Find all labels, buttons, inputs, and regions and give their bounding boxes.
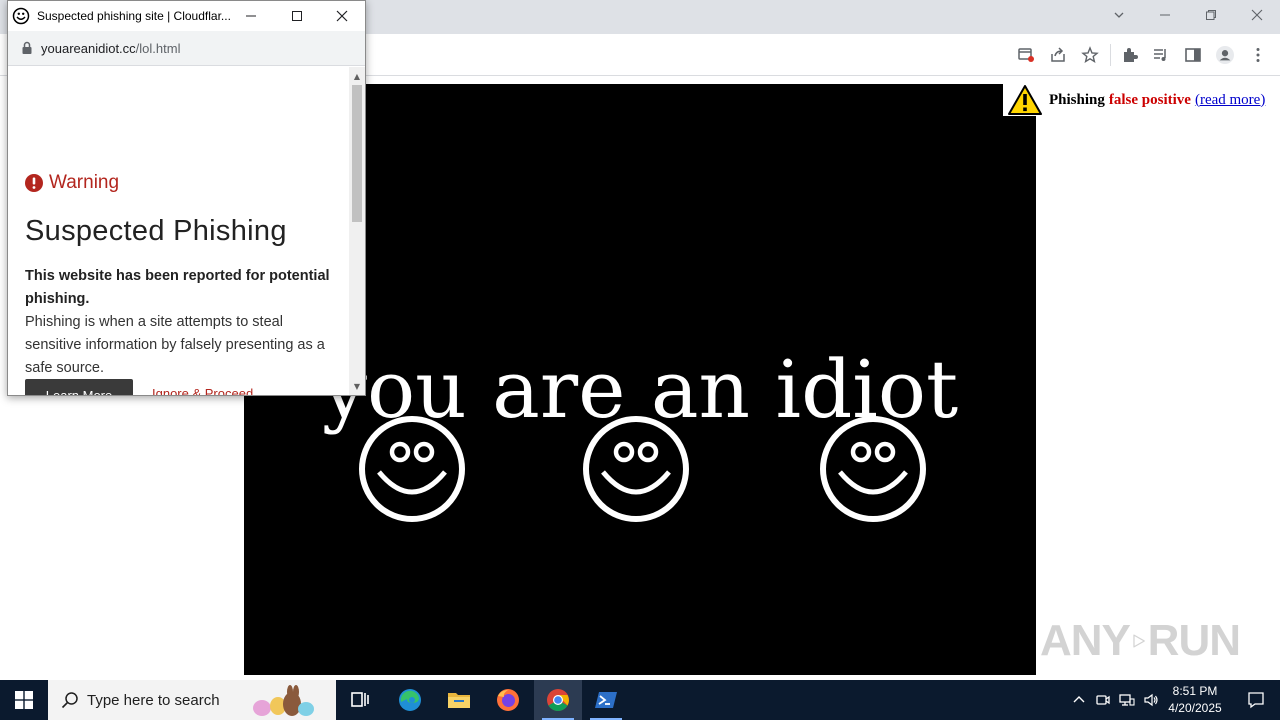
file-explorer-taskbar-button[interactable] [435,680,483,720]
powershell-taskbar-button[interactable] [582,680,630,720]
scroll-up-arrow-icon[interactable]: ▲ [349,69,365,83]
smiley-face-icon [820,416,926,522]
reported-text: This website has been reported for poten… [25,268,330,307]
close-button[interactable] [1234,0,1280,30]
smiley-face-icon [583,416,689,522]
banner-phishing-text: Phishing [1049,91,1105,108]
popup-address-bar[interactable]: youareanidiot.cc/lol.html [8,31,365,66]
scroll-down-arrow-icon[interactable]: ▼ [349,379,365,393]
popup-scrollbar[interactable]: ▲ ▼ [349,67,365,395]
url-path-text: /lol.html [135,40,181,56]
ignore-and-proceed-link[interactable]: Ignore & Proceed [152,386,253,395]
show-hidden-icons-chevron-icon[interactable] [1070,691,1088,709]
popup-close-button[interactable] [319,1,365,31]
search-icon [61,692,78,709]
exclamation-circle-icon [25,174,43,192]
profile-icon[interactable] [1215,45,1235,65]
popup-title-text: Suspected phishing site | Cloudflar... [37,9,231,23]
suspected-phishing-title: Suspected Phishing [25,215,287,247]
restore-button[interactable] [1188,0,1234,30]
network-icon[interactable] [1118,691,1136,709]
extensions-icon[interactable] [1120,45,1140,65]
side-panel-icon[interactable] [1183,45,1203,65]
clock-date: 4/20/2025 [1168,701,1222,715]
popup-minimize-button[interactable] [228,1,274,31]
taskbar-search-box[interactable]: Type here to search [48,680,336,720]
media-controls-icon[interactable] [1151,45,1171,65]
cast-icon[interactable] [1016,45,1036,65]
watermark-run-text: RUN [1147,616,1241,665]
anyrun-watermark: ANY RUN [1040,610,1241,672]
task-view-button[interactable] [336,680,384,720]
edge-icon [399,689,421,711]
windows-taskbar: Type here to search 8:51 PM 4/20/2025 [0,680,1280,720]
desktop-screen: you are an idiot Phishing false positive… [0,0,1280,720]
smiley-favicon-icon [12,7,30,25]
play-logo-icon [1133,634,1145,648]
toolbar-divider [1110,44,1111,66]
taskbar-clock[interactable]: 8:51 PM 4/20/2025 [1160,683,1230,717]
powershell-icon [595,692,617,708]
easter-eggs-decoration-icon [253,685,314,716]
phishing-popup-window: Suspected phishing site | Cloudflar... y… [7,0,366,396]
minimize-button[interactable] [1142,0,1188,30]
popup-maximize-button[interactable] [274,1,320,31]
notification-center-button[interactable] [1236,680,1276,720]
notification-icon [1248,692,1264,709]
folder-icon [448,693,470,708]
search-placeholder-text: Type here to search [87,691,220,709]
chrome-icon [547,689,569,711]
volume-icon[interactable] [1142,691,1160,709]
kebab-menu-icon[interactable] [1248,45,1268,65]
windows-logo-icon [15,691,33,709]
meet-now-icon[interactable] [1094,691,1112,709]
firefox-icon [497,689,519,711]
phishing-false-positive-banner: Phishing false positive (read more) [1003,84,1280,116]
popup-content-area: Warning Suspected Phishing This website … [8,67,349,395]
warning-triangle-icon [1008,85,1042,115]
warning-label: Warning [49,172,120,193]
banner-read-more-link[interactable]: (read more) [1195,92,1265,109]
start-button[interactable] [0,680,48,720]
phishing-explanation-text: Phishing is when a site attempts to stea… [25,314,325,376]
popup-title-bar: Suspected phishing site | Cloudflar... [8,1,365,31]
firefox-taskbar-button[interactable] [484,680,532,720]
chrome-taskbar-button[interactable] [534,680,582,720]
lock-icon [22,41,32,54]
banner-false-positive-text: false positive [1108,91,1191,108]
warning-heading: Warning [25,172,119,194]
bookmark-star-icon[interactable] [1080,45,1100,65]
share-icon[interactable] [1048,45,1068,65]
scroll-thumb[interactable] [352,85,362,222]
edge-taskbar-button[interactable] [386,680,434,720]
learn-more-button[interactable]: Learn More [25,379,133,395]
url-host-text: youareanidiot.cc [41,40,136,56]
clock-time: 8:51 PM [1172,684,1218,698]
task-view-icon [351,692,369,707]
tab-search-chevron-icon[interactable] [1096,0,1142,30]
smiley-face-icon [359,416,465,522]
watermark-any-text: ANY [1040,616,1131,665]
